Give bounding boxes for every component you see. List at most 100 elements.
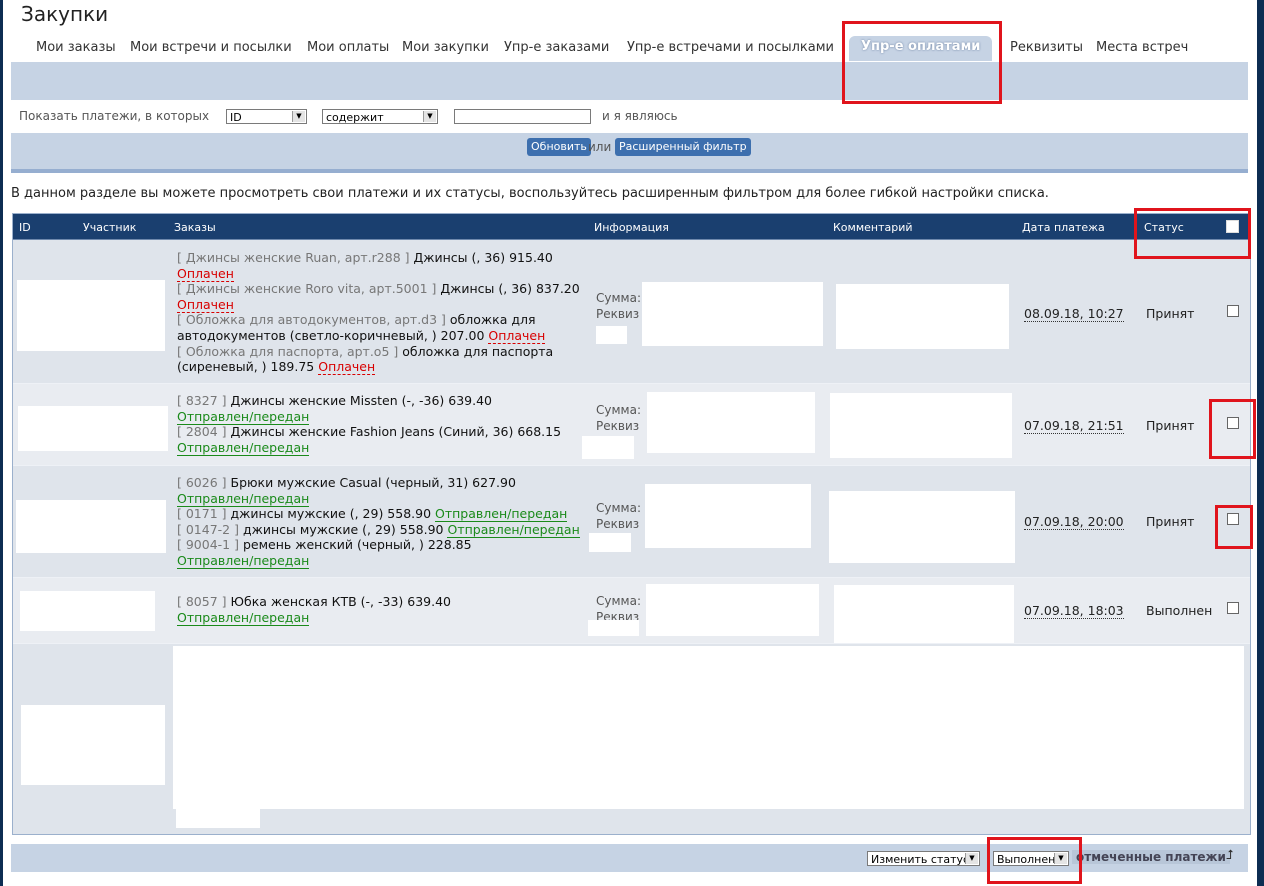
filter-prefix-label: Показать платежи, в которых: [19, 109, 210, 123]
tab-my-meetings[interactable]: Мои встречи и посылки: [130, 40, 292, 55]
chevron-down-icon: ▼: [423, 111, 436, 122]
order-item: Отправлен/передан: [177, 439, 587, 456]
filter-field-select[interactable]: ID ▼: [226, 109, 307, 124]
redacted-info: [582, 436, 634, 459]
tab-manage-orders[interactable]: Упр-е заказами: [504, 40, 609, 55]
redacted-info: [645, 484, 811, 548]
tab-my-purchases[interactable]: Мои закупки: [402, 40, 489, 55]
tab-bar: Мои заказы Мои встречи и посылки Мои опл…: [3, 36, 1257, 62]
payment-status: Выполнен: [1146, 603, 1213, 618]
redacted-comment: [830, 393, 1012, 458]
redacted-id: [17, 280, 165, 351]
order-item: [ 8327 ] Джинсы женские Missten (-, -36)…: [177, 393, 492, 408]
col-orders[interactable]: Заказы: [174, 221, 216, 234]
col-info[interactable]: Информация: [594, 221, 669, 234]
order-state: Оплачен: [177, 296, 234, 313]
redacted-info: [589, 533, 631, 552]
payments-table: ID Участник Заказы Информация Комментари…: [12, 213, 1251, 835]
chevron-down-icon: ▼: [292, 111, 305, 122]
redacted-block: [173, 646, 1244, 809]
order-state: Отправлен/передан: [177, 408, 310, 425]
order-item: Отправлен/передан: [177, 609, 587, 626]
payment-date: 07.09.18, 20:00: [1024, 514, 1124, 530]
order-state: Отправлен/передан: [177, 490, 310, 507]
info-sum-label: Сумма:: [596, 291, 641, 305]
order-item: [ 6026 ] Брюки мужские Casual (черный, 3…: [177, 475, 516, 490]
order-item: [ 8057 ] Юбка женская КТВ (-, -33) 639.4…: [177, 594, 451, 609]
tab-my-orders[interactable]: Мои заказы: [36, 40, 116, 55]
redacted-comment: [829, 491, 1015, 563]
table-row: [ Джинсы женские Ruan, арт.r288 ] Джинсы…: [13, 240, 1250, 383]
order-item: Отправлен/передан: [177, 408, 587, 425]
order-state: Отправлен/передан: [435, 506, 568, 523]
order-state: Оплачен: [488, 327, 546, 344]
col-comment[interactable]: Комментарий: [833, 221, 913, 234]
or-label: или: [588, 140, 612, 154]
redacted-info: [642, 282, 823, 346]
highlight-box-checkbox: [1209, 399, 1256, 459]
page: Закупки Мои заказы Мои встречи и посылки…: [3, 0, 1257, 886]
filter-row: Показать платежи, в которых ID ▼ содержи…: [3, 106, 1257, 128]
filter-search-input[interactable]: [454, 109, 591, 124]
refresh-button[interactable]: Обновить: [527, 138, 591, 156]
info-requisites-label: Реквиз: [596, 517, 640, 531]
row-checkbox[interactable]: [1227, 602, 1239, 614]
redacted-id: [16, 500, 166, 553]
redacted-info: [596, 326, 627, 344]
col-id[interactable]: ID: [19, 221, 31, 234]
order-item: Отправлен/передан: [177, 552, 587, 569]
filter-actions-band: Обновить или Расширенный фильтр: [11, 133, 1248, 173]
redacted-info: [646, 584, 819, 636]
payment-status: Принят: [1146, 514, 1195, 529]
orders-cell: [ 8057 ] Юбка женская КТВ (-, -33) 639.4…: [177, 594, 587, 626]
chevron-down-icon: ▼: [965, 853, 978, 864]
arrow-return-icon: ⮥: [1226, 848, 1234, 863]
page-title: Закупки: [21, 2, 109, 26]
order-item: [ 9004-1 ] ремень женский (черный, ) 228…: [177, 537, 472, 553]
section-description: В данном разделе вы можете просмотреть с…: [11, 186, 1049, 201]
redacted-row: [13, 644, 1250, 834]
info-sum-label: Сумма:: [596, 403, 641, 417]
orders-cell: [ Джинсы женские Ruan, арт.r288 ] Джинсы…: [177, 250, 587, 376]
payment-status: Принят: [1146, 306, 1195, 321]
tab-requisites[interactable]: Реквизиты: [1010, 40, 1083, 55]
action-select-value: Изменить статус: [871, 853, 970, 866]
highlight-box-checkbox: [1215, 505, 1253, 549]
apply-to-marked-button[interactable]: отмеченные платежи: [1072, 850, 1230, 864]
redacted-info: [647, 392, 815, 453]
order-state: Отправлен/передан: [177, 552, 310, 569]
order-item: [ 0147-2 ] джинсы мужские (, 29) 558.90 …: [177, 521, 580, 538]
filter-suffix-label: и я являюсь: [602, 109, 678, 123]
filter-field-value: ID: [230, 111, 242, 124]
highlight-box-status-select: [987, 837, 1082, 884]
col-date[interactable]: Дата платежа: [1022, 221, 1105, 234]
info-requisites-label: Реквиз: [596, 419, 640, 433]
table-row: [ 8327 ] Джинсы женские Missten (-, -36)…: [13, 384, 1250, 465]
table-row: [ 6026 ] Брюки мужские Casual (черный, 3…: [13, 466, 1250, 577]
filter-condition-select[interactable]: содержит ▼: [322, 109, 438, 124]
order-state: Отправлен/передан: [177, 439, 310, 456]
order-item: [ Обложка для автодокументов, арт.d3 ] о…: [177, 312, 546, 344]
payment-date: 07.09.18, 18:03: [1024, 603, 1124, 619]
tab-meeting-places[interactable]: Места встреч: [1096, 40, 1188, 55]
table-row: [ 8057 ] Юбка женская КТВ (-, -33) 639.4…: [13, 578, 1250, 643]
tab-my-payments[interactable]: Мои оплаты: [307, 40, 389, 55]
order-item: [ 0171 ] джинсы мужские (, 29) 558.90 От…: [177, 506, 568, 523]
payment-date: 08.09.18, 10:27: [1024, 306, 1124, 322]
advanced-filter-button[interactable]: Расширенный фильтр: [615, 138, 751, 156]
col-member[interactable]: Участник: [83, 221, 136, 234]
order-state: Отправлен/передан: [177, 609, 310, 626]
info-sum-label: Сумма:: [596, 594, 641, 608]
info-requisites-label: Реквиз: [596, 307, 640, 321]
action-select[interactable]: Изменить статус ▼: [867, 851, 980, 866]
order-item: Отправлен/передан: [177, 490, 587, 507]
order-item: [ Джинсы женские Ruan, арт.r288 ] Джинсы…: [177, 250, 553, 265]
order-item: Оплачен: [177, 296, 587, 313]
order-item: [ 2804 ] Джинсы женские Fashion Jeans (С…: [177, 424, 562, 440]
row-checkbox[interactable]: [1227, 305, 1239, 317]
tab-manage-meetings[interactable]: Упр-е встречами и посылками: [627, 40, 834, 55]
highlight-box-status-header: [1134, 208, 1251, 259]
order-item: [ Обложка для паспорта, арт.o5 ] обложка…: [177, 343, 554, 376]
order-item: [ Джинсы женские Roro vita, арт.5001 ] Д…: [177, 281, 580, 297]
tab-content-band: [11, 62, 1248, 100]
